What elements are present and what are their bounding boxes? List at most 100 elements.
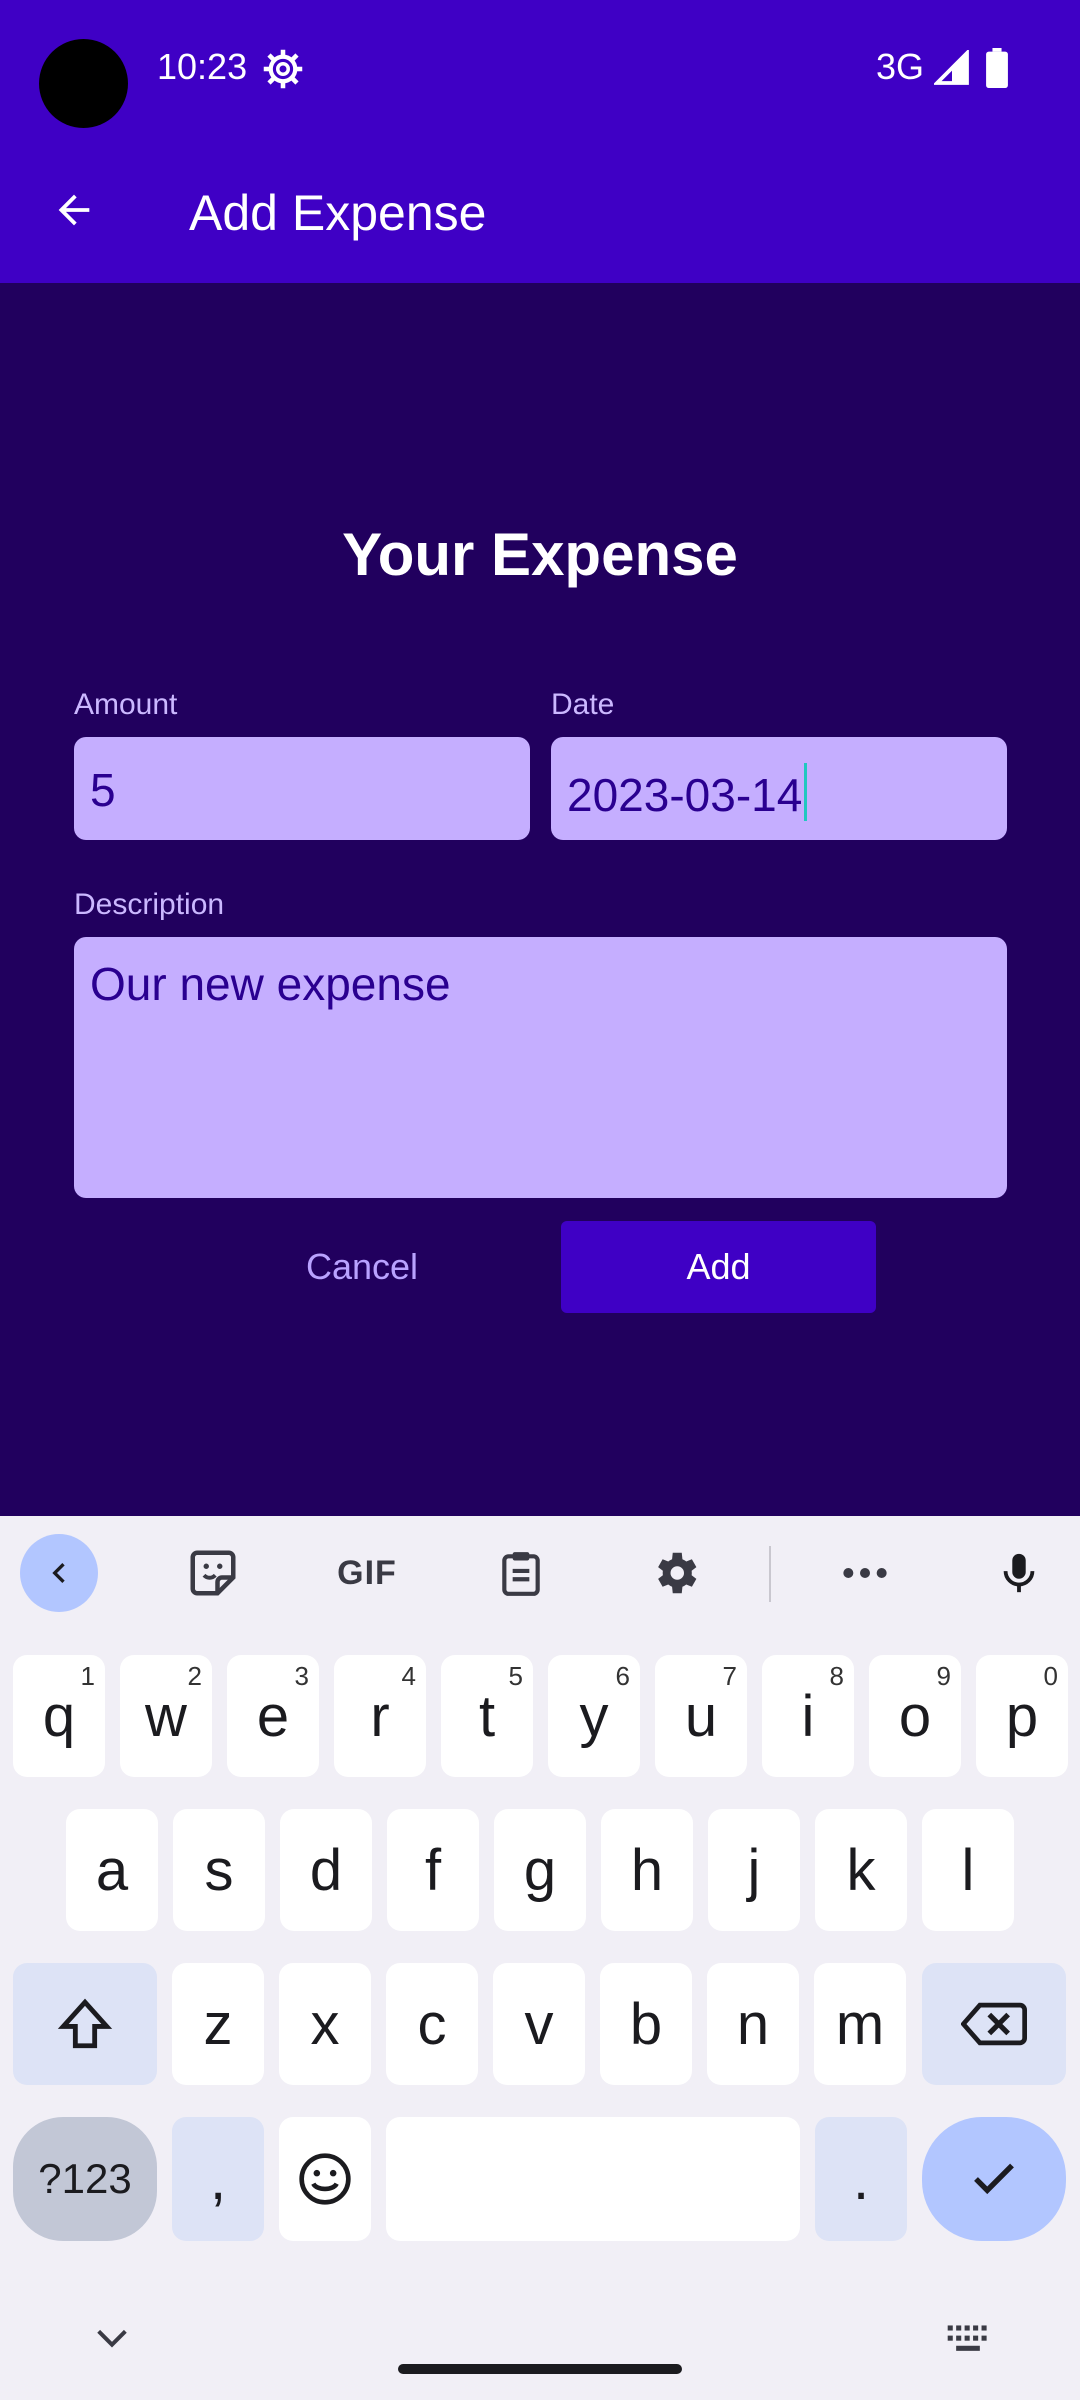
key-label: b xyxy=(629,1991,663,2057)
key-s[interactable]: s xyxy=(173,1809,265,1931)
key-j[interactable]: j xyxy=(708,1809,800,1931)
key-h[interactable]: h xyxy=(601,1809,693,1931)
key-p[interactable]: p0 xyxy=(976,1655,1068,1777)
clipboard-button[interactable] xyxy=(482,1534,560,1612)
key-label: r xyxy=(370,1683,390,1749)
key-e[interactable]: e3 xyxy=(227,1655,319,1777)
key-hint: 5 xyxy=(508,1661,523,1691)
key-hint: 4 xyxy=(401,1661,416,1691)
key-label: k xyxy=(846,1837,876,1903)
key-label: v xyxy=(524,1991,554,2057)
date-value: 2023-03-14 xyxy=(567,769,803,821)
signal-icon xyxy=(934,50,969,85)
backspace-key[interactable] xyxy=(922,1963,1066,2085)
key-hint: 8 xyxy=(829,1661,844,1691)
more-button[interactable] xyxy=(826,1534,904,1612)
key-o[interactable]: o9 xyxy=(869,1655,961,1777)
period-key[interactable]: . xyxy=(815,2117,907,2241)
emoji-key[interactable] xyxy=(279,2117,371,2241)
date-field[interactable]: 2023-03-14 xyxy=(551,737,1007,840)
gif-button[interactable]: GIF xyxy=(322,1534,412,1612)
key-y[interactable]: y6 xyxy=(548,1655,640,1777)
enter-key[interactable] xyxy=(922,2117,1066,2241)
key-label: q xyxy=(42,1683,76,1749)
battery-icon xyxy=(986,48,1008,88)
home-indicator[interactable] xyxy=(398,2364,682,2374)
key-d[interactable]: d xyxy=(280,1809,372,1931)
key-m[interactable]: m xyxy=(814,1963,906,2085)
amount-label: Amount xyxy=(74,688,178,721)
add-button[interactable]: Add xyxy=(561,1221,876,1313)
hide-keyboard-chevron-icon[interactable] xyxy=(92,2318,132,2358)
key-b[interactable]: b xyxy=(600,1963,692,2085)
key-hint: 9 xyxy=(936,1661,951,1691)
sticker-icon xyxy=(190,1550,236,1596)
key-label: x xyxy=(310,1991,340,2057)
voice-input-button[interactable] xyxy=(980,1534,1058,1612)
key-a[interactable]: a xyxy=(66,1809,158,1931)
key-u[interactable]: u7 xyxy=(655,1655,747,1777)
keyboard-collapse-toolbar-button[interactable] xyxy=(20,1534,98,1612)
key-r[interactable]: r4 xyxy=(334,1655,426,1777)
more-icon xyxy=(843,1568,887,1578)
page-title: Add Expense xyxy=(189,185,487,241)
key-c[interactable]: c xyxy=(386,1963,478,2085)
key-q[interactable]: q1 xyxy=(13,1655,105,1777)
key-k[interactable]: k xyxy=(815,1809,907,1931)
symbols-key[interactable]: ?123 xyxy=(13,2117,157,2241)
key-label: n xyxy=(736,1991,770,2057)
key-f[interactable]: f xyxy=(387,1809,479,1931)
key-label: u xyxy=(684,1683,718,1749)
key-label: w xyxy=(145,1683,187,1749)
keyboard-settings-button[interactable] xyxy=(636,1534,714,1612)
key-label: z xyxy=(203,1991,233,2057)
camera-cutout xyxy=(39,39,128,128)
key-hint: 7 xyxy=(722,1661,737,1691)
key-label: i xyxy=(801,1683,815,1749)
form-title: Your Expense xyxy=(342,521,738,588)
soft-keyboard xyxy=(0,1516,1080,2400)
key-label: d xyxy=(309,1837,343,1903)
clipboard-icon xyxy=(502,1552,540,1596)
key-l[interactable]: l xyxy=(922,1809,1014,1931)
key-z[interactable]: z xyxy=(172,1963,264,2085)
keyboard-switch-icon[interactable] xyxy=(946,2322,990,2356)
arrow-back-icon xyxy=(58,194,90,226)
shift-icon xyxy=(57,1998,113,2049)
toolbar-divider xyxy=(769,1546,771,1602)
emoji-icon xyxy=(299,2153,351,2205)
key-label: e xyxy=(256,1683,290,1749)
chevron-left-icon xyxy=(52,1563,65,1583)
key-i[interactable]: i8 xyxy=(762,1655,854,1777)
cancel-button[interactable]: Cancel xyxy=(222,1221,502,1313)
sticker-button[interactable] xyxy=(174,1534,252,1612)
key-w[interactable]: w2 xyxy=(120,1655,212,1777)
comma-key[interactable]: , xyxy=(172,2117,264,2241)
description-value: Our new expense xyxy=(90,958,451,1010)
key-v[interactable]: v xyxy=(493,1963,585,2085)
key-t[interactable]: t5 xyxy=(441,1655,533,1777)
back-button[interactable] xyxy=(34,170,114,250)
key-hint: 1 xyxy=(80,1661,95,1691)
key-label: c xyxy=(417,1991,447,2057)
key-label: y xyxy=(579,1683,609,1749)
status-time: 10:23 xyxy=(157,46,248,87)
key-g[interactable]: g xyxy=(494,1809,586,1931)
key-label: o xyxy=(898,1683,932,1749)
amount-field[interactable]: 5 xyxy=(74,737,530,840)
shift-key[interactable] xyxy=(13,1963,157,2085)
description-field[interactable]: Our new expense xyxy=(74,937,1007,1198)
key-n[interactable]: n xyxy=(707,1963,799,2085)
key-label: f xyxy=(424,1837,442,1903)
text-cursor xyxy=(804,763,808,821)
key-label: s xyxy=(204,1837,234,1903)
description-label: Description xyxy=(74,888,225,921)
key-label: l xyxy=(961,1837,975,1903)
key-label: a xyxy=(95,1837,129,1903)
backspace-icon xyxy=(961,2002,1027,2046)
key-hint: 3 xyxy=(294,1661,309,1691)
space-key[interactable] xyxy=(386,2117,800,2241)
settings-status-icon xyxy=(263,49,303,89)
key-x[interactable]: x xyxy=(279,1963,371,2085)
key-label: p xyxy=(1005,1683,1039,1749)
